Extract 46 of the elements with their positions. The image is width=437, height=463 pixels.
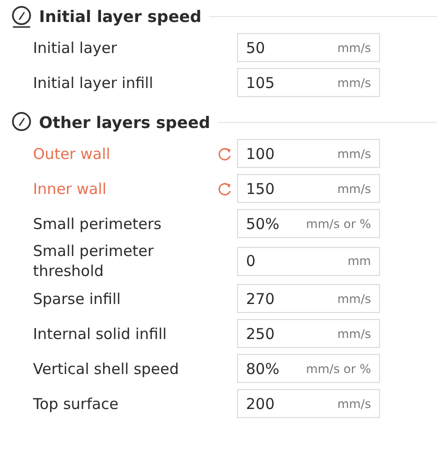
setting-label: Small perimeter threshold <box>33 241 155 281</box>
setting-label: Initial layer infill <box>33 72 154 92</box>
field-value: 0 <box>246 252 256 270</box>
unit-label: mm/s <box>337 76 371 90</box>
setting-label: Small perimeters <box>33 214 162 234</box>
setting-label: Vertical shell speed <box>33 358 180 378</box>
unit-label: mm/s or % <box>306 216 371 230</box>
input-field[interactable]: 105 mm/s <box>237 68 380 97</box>
field-value: 100 <box>246 144 275 162</box>
input-field[interactable]: 0 mm <box>237 246 380 276</box>
input-field[interactable]: 250 mm/s <box>237 319 380 348</box>
input-field[interactable]: 200 mm/s <box>237 389 380 418</box>
input-field[interactable]: 100 mm/s <box>237 139 380 168</box>
input-field[interactable]: 50% mm/s or % <box>237 209 380 238</box>
field-value: 200 <box>246 394 275 412</box>
gauge-icon <box>10 110 33 134</box>
gauge-icon <box>10 4 33 28</box>
field-value: 250 <box>246 324 275 342</box>
field-value: 50% <box>246 214 280 232</box>
unit-label: mm <box>348 254 371 268</box>
reset-icon[interactable] <box>217 146 233 162</box>
section-title: Initial layer speed <box>39 6 202 26</box>
input-field[interactable]: 270 mm/s <box>237 284 380 313</box>
unit-label: mm/s <box>337 292 371 306</box>
unit-label: mm/s <box>337 396 371 410</box>
setting-label: Inner wall <box>33 178 108 198</box>
field-value: 270 <box>246 290 275 308</box>
input-field[interactable]: 80% mm/s or % <box>237 354 380 383</box>
setting-label: Internal solid infill <box>33 324 168 344</box>
setting-label: Top surface <box>33 394 120 414</box>
setting-label: Initial layer <box>33 38 118 58</box>
unit-label: mm/s <box>337 40 371 54</box>
field-value: 80% <box>246 360 280 378</box>
input-field[interactable]: 150 mm/s <box>237 174 380 203</box>
field-value: 150 <box>246 180 275 198</box>
field-value: 50 <box>246 38 266 56</box>
reset-icon[interactable] <box>217 180 233 196</box>
unit-label: mm/s or % <box>306 362 371 376</box>
field-value: 105 <box>246 74 275 92</box>
unit-label: mm/s <box>337 146 371 160</box>
setting-label: Sparse infill <box>33 288 122 308</box>
unit-label: mm/s <box>337 326 371 340</box>
setting-label: Outer wall <box>33 144 112 164</box>
section-title: Other layers speed <box>39 112 210 132</box>
unit-label: mm/s <box>337 182 371 196</box>
input-field[interactable]: 50 mm/s <box>237 33 380 62</box>
